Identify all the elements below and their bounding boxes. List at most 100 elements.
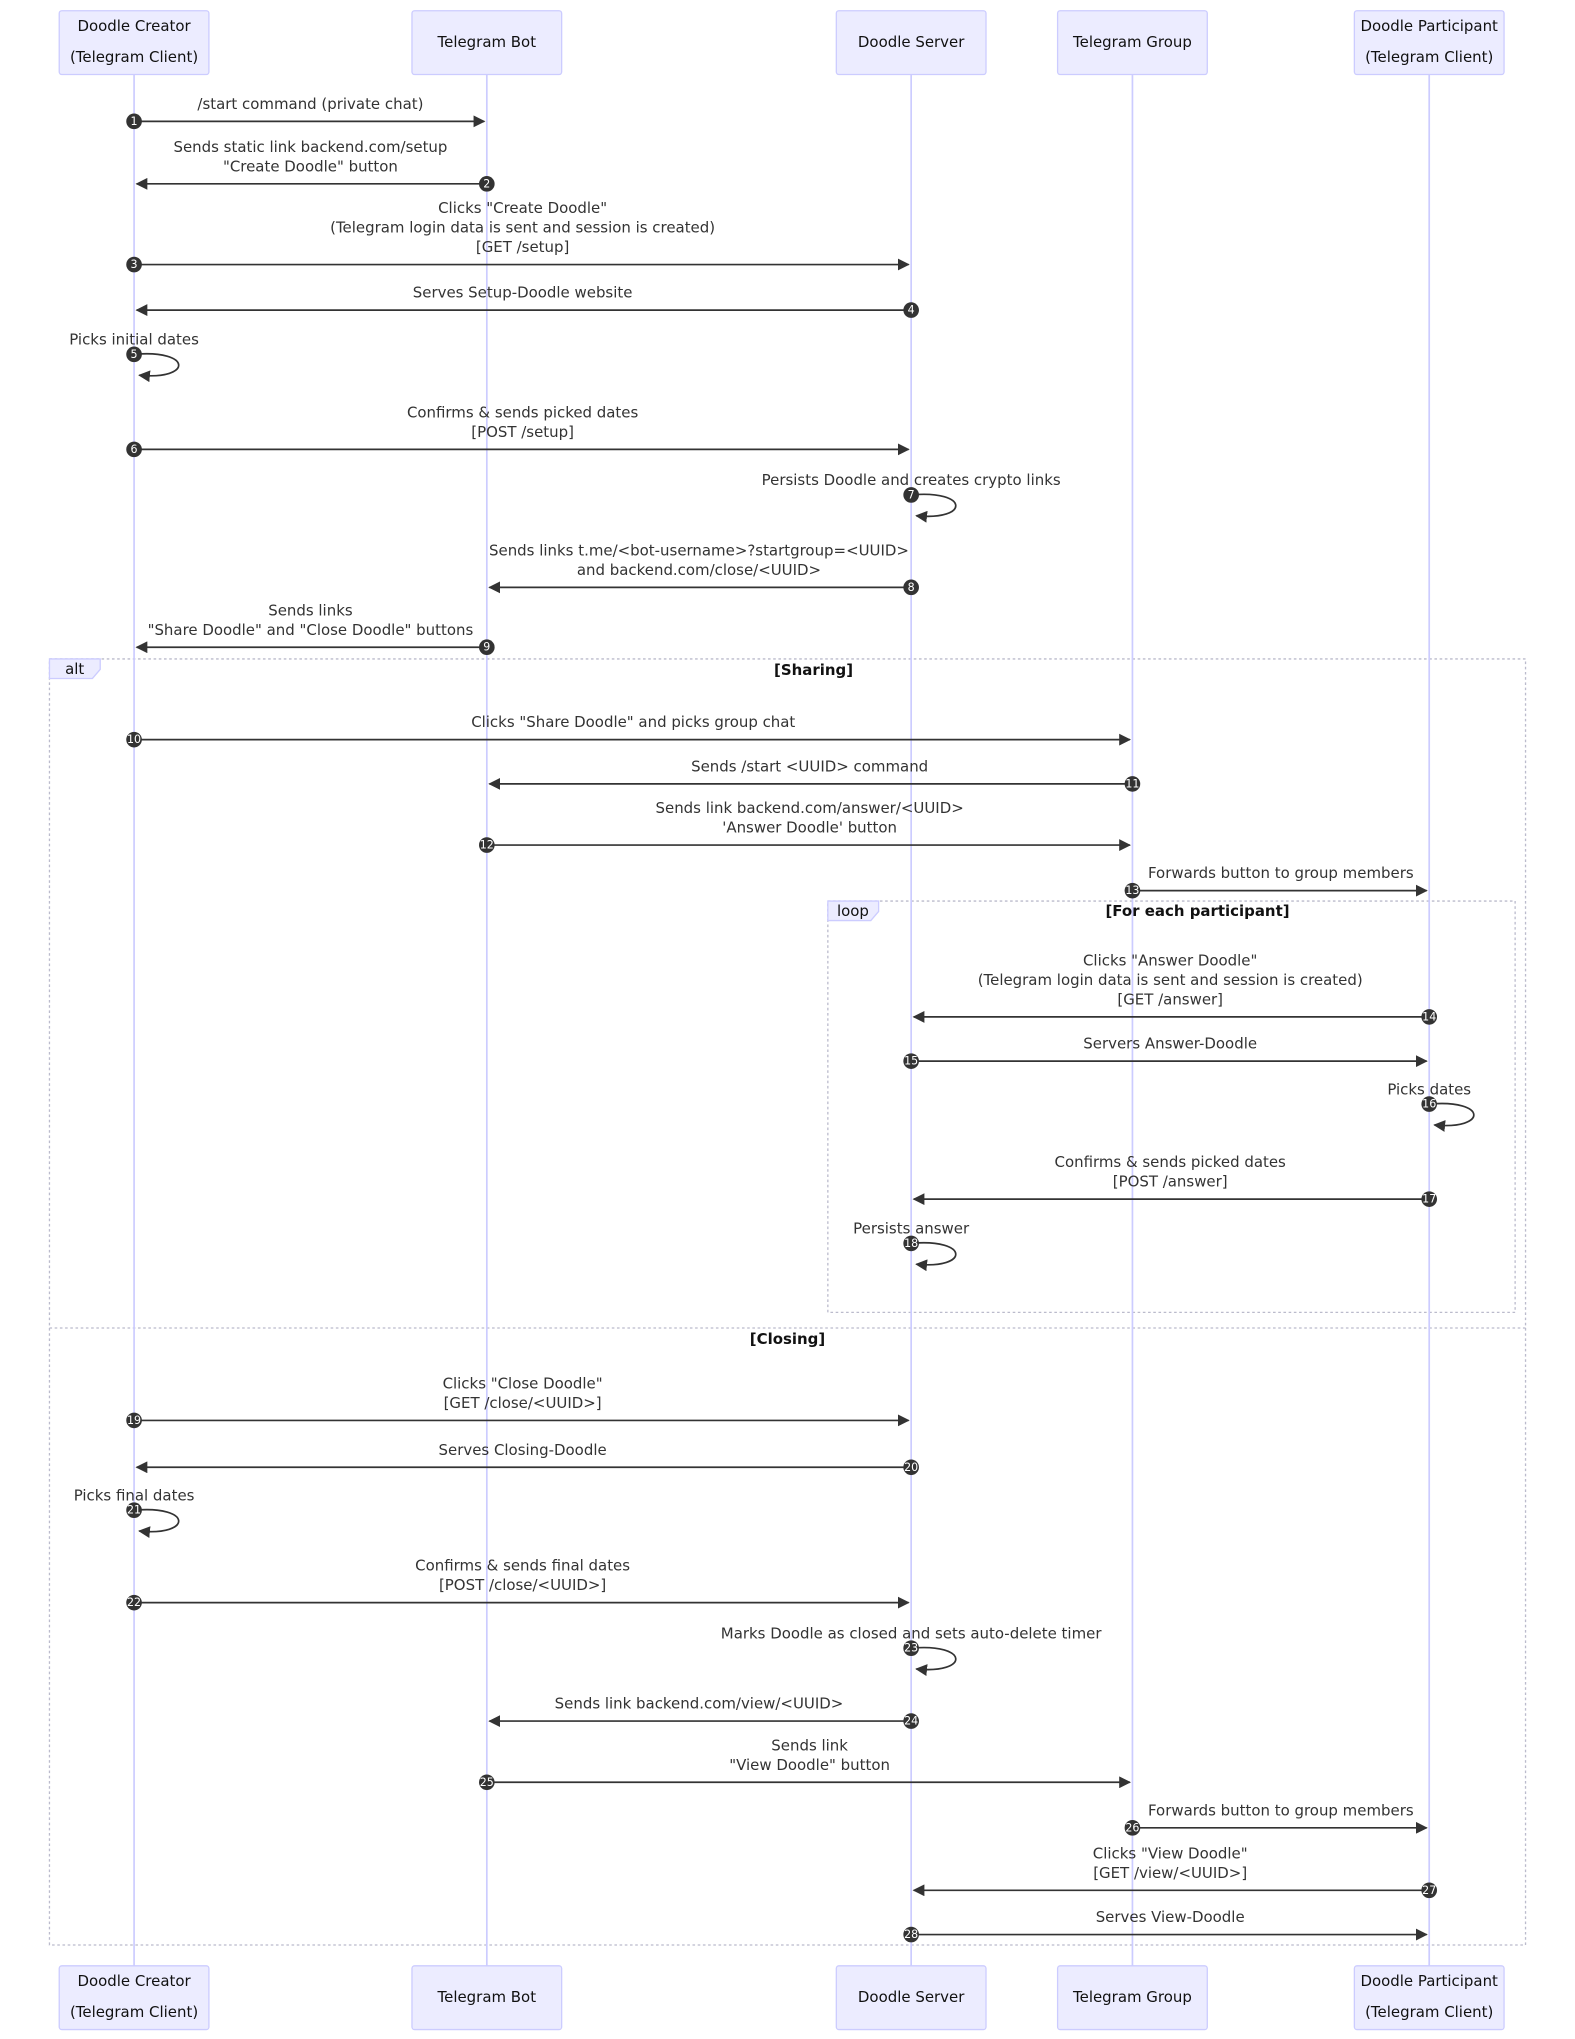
message: Sends link backend.com/answer/<UUID> 'Ans… xyxy=(479,799,1132,853)
alt-label: alt xyxy=(65,660,84,678)
message-label: Clicks "View Doodle" xyxy=(1093,1844,1248,1862)
message-label: [POST /setup] xyxy=(471,423,574,441)
message-label: Confirms & sends final dates xyxy=(415,1557,630,1575)
alt-condition-sharing: [Sharing] xyxy=(774,661,853,679)
sequence-number: 2 xyxy=(483,177,490,190)
message-label: Serves View-Doodle xyxy=(1096,1908,1245,1926)
sequence-number: 22 xyxy=(127,1596,141,1609)
message-label: [GET /setup] xyxy=(476,238,569,256)
message: Sends link backend.com/view/<UUID> 24 xyxy=(488,1695,919,1729)
message-label: [GET /view/<UUID>] xyxy=(1093,1864,1247,1882)
sequence-number: 11 xyxy=(1125,777,1139,790)
sequence-number: 1 xyxy=(131,115,138,128)
message: Serves Closing-Doodle 20 xyxy=(135,1441,919,1476)
actor-label-server-bottom: Doodle Server xyxy=(858,1988,965,2006)
actor-label-participant-bottom: (Telegram Client) xyxy=(1365,2003,1493,2021)
actor-label-bot-bottom: Telegram Bot xyxy=(437,1988,537,2006)
actor-label-bot-top: Telegram Bot xyxy=(437,33,537,51)
message-label: [POST /close/<UUID>] xyxy=(439,1576,606,1594)
message-label: Confirms & sends picked dates xyxy=(1055,1153,1287,1171)
message: Forwards button to group members 13 xyxy=(1124,864,1428,899)
message-label: Sends link backend.com/view/<UUID> xyxy=(555,1695,844,1713)
message-label: Forwards button to group members xyxy=(1148,1801,1414,1819)
message: Clicks "View Doodle" [GET /view/<UUID>] 27 xyxy=(912,1844,1438,1899)
message-label: Sends links t.me/<bot-username>?startgro… xyxy=(489,541,909,559)
sequence-number: 8 xyxy=(908,581,915,594)
message-label: "View Doodle" button xyxy=(729,1756,890,1774)
message: Serves View-Doodle 28 xyxy=(903,1908,1428,1943)
sequence-number: 6 xyxy=(131,443,138,456)
message-label: (Telegram login data is sent and session… xyxy=(978,971,1363,989)
message-label: [GET /answer] xyxy=(1117,990,1223,1008)
message: Sends links "Share Doodle" and "Close Doo… xyxy=(135,601,495,656)
message-label: Clicks "Create Doodle" xyxy=(438,199,607,217)
message: Confirms & sends picked dates [POST /setu… xyxy=(126,403,910,458)
message-label: Sends link backend.com/answer/<UUID> xyxy=(656,799,964,817)
sequence-number: 17 xyxy=(1422,1193,1436,1206)
message-label: Serves Closing-Doodle xyxy=(439,1441,607,1459)
sequence-number: 26 xyxy=(1125,1821,1139,1834)
actor-label-participant-top: (Telegram Client) xyxy=(1365,48,1493,66)
message: Servers Answer-Doodle 15 xyxy=(903,1035,1428,1069)
sequence-number: 19 xyxy=(127,1414,141,1427)
message-label: Servers Answer-Doodle xyxy=(1083,1035,1257,1053)
sequence-number: 3 xyxy=(131,258,138,271)
message-label: Picks final dates xyxy=(74,1486,195,1504)
message-label: "Share Doodle" and "Close Doodle" button… xyxy=(148,621,474,639)
sequence-number: 18 xyxy=(904,1237,918,1250)
message: Confirms & sends picked dates [POST /answ… xyxy=(912,1153,1438,1207)
sequence-number: 21 xyxy=(127,1504,141,1517)
message-label: Persists Doodle and creates crypto links xyxy=(762,471,1061,489)
message-label: [GET /close/<UUID>] xyxy=(444,1394,602,1412)
sequence-number: 7 xyxy=(908,488,915,501)
message-label: Clicks "Share Doodle" and picks group ch… xyxy=(471,713,795,731)
message: Sends /start <UUID> command 11 xyxy=(488,757,1141,792)
message-label: Sends link xyxy=(771,1736,848,1754)
sequence-number: 13 xyxy=(1125,884,1139,897)
sequence-number: 15 xyxy=(904,1055,918,1068)
message: Clicks "Answer Doodle" (Telegram login da… xyxy=(912,951,1438,1025)
actor-label-creator-bottom: Doodle Creator xyxy=(77,1972,191,1990)
sequence-number: 23 xyxy=(904,1642,918,1655)
message-label: Persists answer xyxy=(853,1220,970,1238)
message-label: "Create Doodle" button xyxy=(223,157,398,175)
message-label: Picks initial dates xyxy=(69,331,199,349)
sequence-number: 27 xyxy=(1422,1884,1436,1897)
sequence-number: 28 xyxy=(904,1928,918,1941)
message: Sends link "View Doodle" button 25 xyxy=(479,1736,1132,1791)
sequence-number: 25 xyxy=(480,1776,494,1789)
actor-label-participant-bottom: Doodle Participant xyxy=(1360,1972,1498,1990)
actor-label-group-top: Telegram Group xyxy=(1072,33,1192,51)
message-label: Picks dates xyxy=(1387,1080,1471,1098)
message-label: Sends links xyxy=(268,601,353,619)
message-label: Confirms & sends picked dates xyxy=(407,403,639,421)
sequence-number: 14 xyxy=(1422,1010,1436,1023)
message: Clicks "Share Doodle" and picks group ch… xyxy=(126,713,1132,748)
actor-label-creator-bottom: (Telegram Client) xyxy=(70,2003,198,2021)
sequence-number: 24 xyxy=(904,1715,918,1728)
message-label: Sends static link backend.com/setup xyxy=(173,138,447,156)
sequence-number: 12 xyxy=(480,839,494,852)
sequence-number: 5 xyxy=(131,348,138,361)
message-label: Sends /start <UUID> command xyxy=(691,757,928,775)
message-label: 'Answer Doodle' button xyxy=(722,819,897,837)
actor-label-server-top: Doodle Server xyxy=(858,33,965,51)
message-label: Clicks "Close Doodle" xyxy=(443,1374,603,1392)
actor-label-creator-top: (Telegram Client) xyxy=(70,48,198,66)
message-label: Serves Setup-Doodle website xyxy=(413,284,633,302)
message: Confirms & sends final dates[POST /close… xyxy=(126,1557,910,1611)
actor-label-group-bottom: Telegram Group xyxy=(1072,1988,1192,2006)
sequence-number: 20 xyxy=(904,1461,918,1474)
actor-label-participant-top: Doodle Participant xyxy=(1360,17,1498,35)
message: Clicks "Close Doodle" [GET /close/<UUID>]… xyxy=(126,1374,910,1429)
message-label: Clicks "Answer Doodle" xyxy=(1083,951,1257,969)
message-label: Marks Doodle as closed and sets auto-del… xyxy=(721,1624,1103,1642)
message: Sends static link backend.com/setup"Crea… xyxy=(135,138,495,192)
sequence-diagram: alt [Sharing][Closing]loop [For each parti… xyxy=(48,10,1527,2031)
message: Serves Setup-Doodle website 4 xyxy=(135,284,919,318)
message: Clicks "Create Doodle" (Telegram login da… xyxy=(126,199,910,273)
message: /start command (private chat) 1 xyxy=(126,95,486,130)
alt-condition-closing: [Closing] xyxy=(750,1330,825,1348)
message: Forwards button to group members 26 xyxy=(1124,1801,1428,1836)
message-label: (Telegram login data is sent and session… xyxy=(330,219,715,237)
